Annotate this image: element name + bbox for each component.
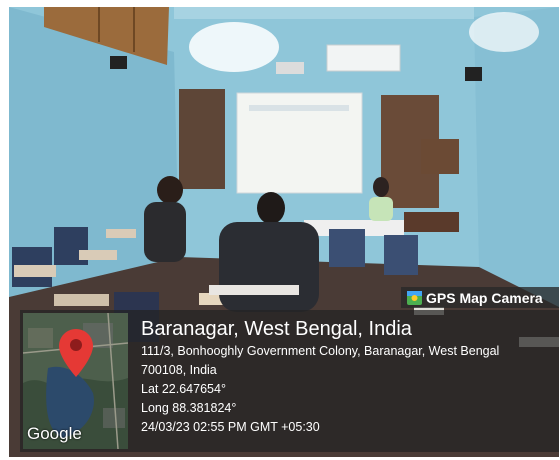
camera-photo: GPS Map Camera Google Baranagar, West Be… (9, 7, 559, 457)
map-thumbnail: Google (23, 313, 128, 449)
desk (79, 250, 117, 260)
wall-board (421, 139, 459, 174)
front-table (209, 285, 299, 295)
chair (384, 235, 418, 275)
ceiling-light (189, 22, 279, 72)
right-speaker (465, 67, 482, 81)
right-wall (474, 7, 559, 307)
location-overlay: Google Baranagar, West Bengal, India 111… (20, 310, 559, 452)
air-conditioner (326, 44, 401, 72)
map-camera-icon (407, 290, 422, 305)
desk (54, 294, 109, 306)
student (157, 176, 183, 204)
desk (106, 229, 136, 238)
google-logo: Google (27, 424, 82, 443)
student (257, 192, 285, 224)
location-title: Baranagar, West Bengal, India (141, 318, 412, 340)
gps-camera-badge: GPS Map Camera (401, 287, 559, 308)
datetime-text: 24/03/23 02:55 PM GMT +05:30 (141, 420, 320, 434)
projector (276, 62, 304, 74)
latitude-text: Lat 22.647654° (141, 382, 226, 396)
left-speaker (110, 56, 127, 69)
chair (329, 229, 365, 267)
longitude-text: Long 88.381824° (141, 401, 237, 415)
desk (14, 265, 56, 277)
gps-camera-label: GPS Map Camera (426, 289, 543, 306)
location-pin-icon (59, 329, 93, 377)
window-light (469, 12, 539, 52)
ceiling-edge (174, 7, 474, 19)
teacher (373, 177, 389, 197)
address-line-2: 700108, India (141, 363, 217, 377)
address-line-1: 111/3, Bonhooghly Government Colony, Bar… (141, 344, 500, 358)
left-blinds (179, 89, 225, 189)
location-info: Baranagar, West Bengal, India 111/3, Bon… (141, 316, 499, 437)
